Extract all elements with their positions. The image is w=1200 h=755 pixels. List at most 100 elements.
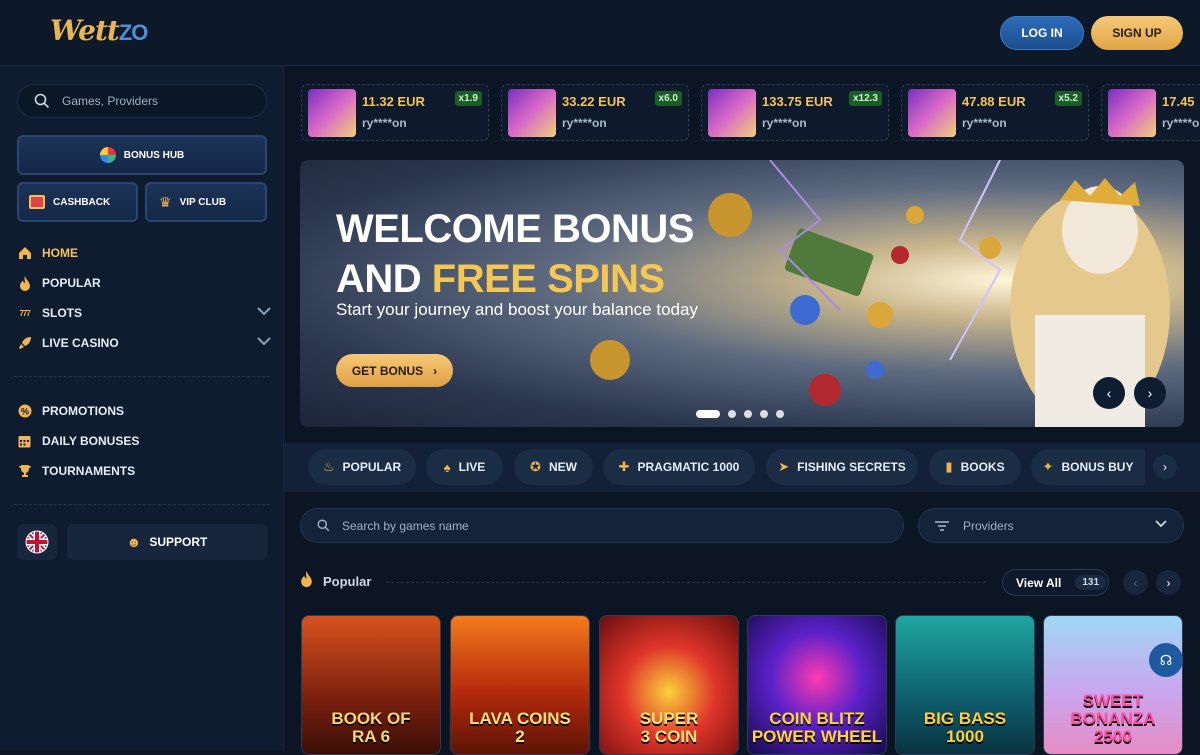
fire-icon — [300, 571, 313, 591]
calendar-icon — [17, 434, 32, 449]
game-card[interactable]: BOOK OF RA 6 — [301, 615, 441, 755]
sidebar-item-label: DAILY BONUSES — [42, 434, 140, 448]
chevron-down-icon[interactable] — [257, 305, 271, 319]
category-bonus-buy[interactable]: ✦ BONUS BUY — [1031, 449, 1145, 485]
gift-icon: ✦ — [1042, 459, 1054, 474]
fish-icon: ➤ — [778, 459, 790, 474]
sidebar-item-popular[interactable]: POPULAR — [17, 270, 271, 296]
carousel-next-button[interactable]: › — [1134, 377, 1166, 409]
category-label: BOOKS — [960, 460, 1005, 474]
category-bar: ♨ POPULAR ♠ LIVE ✪ NEW ✚ PRAGMATIC 1000 ➤ FIS… — [284, 443, 1200, 492]
game-title-line: 3 COIN — [640, 727, 698, 746]
win-amount: 17.45 — [1162, 94, 1195, 109]
carousel-dot[interactable] — [760, 410, 768, 418]
game-title: SWEET BONANZA 2500 — [1044, 692, 1182, 746]
cashback-button[interactable]: CASHBACK — [17, 182, 138, 222]
providers-dropdown[interactable]: Providers — [918, 508, 1184, 543]
game-thumbnail — [1108, 89, 1156, 137]
new-icon: ✪ — [530, 459, 541, 474]
carousel-dot[interactable] — [696, 410, 720, 418]
sidebar-item-live-casino[interactable]: LIVE CASINO — [17, 330, 271, 356]
view-all-button[interactable]: View All 131 — [1002, 569, 1109, 596]
category-popular[interactable]: ♨ POPULAR — [308, 449, 416, 485]
promo-banner[interactable]: WELCOME BONUS AND FREE SPINS Start your … — [300, 160, 1184, 427]
game-title-line: RA 6 — [351, 727, 391, 746]
sidebar-search-input[interactable]: Games, Providers — [17, 84, 267, 118]
sidebar-item-promotions[interactable]: % PROMOTIONS — [17, 398, 271, 424]
win-multiplier: x12.3 — [848, 91, 882, 106]
game-title-line: LAVA COINS — [469, 709, 571, 728]
game-card[interactable]: BIG BASS 1000 — [895, 615, 1035, 755]
game-title-line: BOOK OF — [331, 709, 411, 728]
sidebar-item-tournaments[interactable]: TOURNAMENTS — [17, 458, 271, 484]
category-label: POPULAR — [342, 460, 402, 474]
category-pragmatic-1000[interactable]: ✚ PRAGMATIC 1000 — [603, 449, 755, 485]
game-thumbnail — [708, 89, 756, 137]
category-books[interactable]: ▮ BOOKS — [929, 449, 1021, 485]
category-label: LIVE — [458, 460, 486, 474]
category-label: FISHING SECRETS — [797, 460, 906, 474]
category-next-button[interactable]: › — [1153, 455, 1177, 479]
winner-card[interactable]: 11.32 EUR ry****on x1.9 — [301, 84, 489, 141]
signup-button[interactable]: SIGN UP — [1091, 16, 1183, 50]
carousel-dot[interactable] — [728, 410, 736, 418]
vip-club-label: VIP CLUB — [179, 196, 227, 208]
sidebar-item-home[interactable]: HOME — [17, 240, 271, 266]
live-chat-button[interactable]: ☊ — [1149, 643, 1183, 677]
chevron-down-icon — [1155, 519, 1167, 531]
slot-icon: 777 — [19, 308, 30, 318]
game-card[interactable]: SUPER 3 COIN — [599, 615, 739, 755]
language-selector[interactable] — [17, 524, 57, 560]
game-card[interactable]: COIN BLITZ POWER WHEEL — [747, 615, 887, 755]
support-button[interactable]: ☻ SUPPORT — [67, 524, 267, 560]
get-bonus-button[interactable]: GET BONUS › — [336, 354, 453, 387]
uk-flag-icon — [25, 530, 49, 554]
sidebar-item-label: PROMOTIONS — [42, 404, 125, 418]
login-button[interactable]: LOG IN — [1000, 16, 1084, 50]
game-card[interactable]: SWEET BONANZA 2500 — [1043, 615, 1183, 755]
site-logo[interactable]: WettZO — [50, 14, 149, 47]
game-title: SUPER 3 COIN — [600, 710, 738, 746]
vip-club-button[interactable]: ♛ VIP CLUB — [145, 182, 267, 222]
sidebar-divider — [14, 504, 270, 505]
banner-title-highlight: FREE SPINS — [431, 257, 665, 301]
search-icon — [34, 93, 50, 109]
carousel-dot[interactable] — [776, 410, 784, 418]
winner-card[interactable]: 17.45 ry****on — [1101, 84, 1200, 141]
category-new[interactable]: ✪ NEW — [514, 449, 593, 485]
win-multiplier: x6.0 — [654, 91, 682, 106]
book-icon: ▮ — [945, 459, 953, 474]
carousel-dot[interactable] — [744, 410, 752, 418]
game-title: LAVA COINS 2 — [451, 710, 589, 746]
chevron-right-icon: › — [1166, 575, 1171, 590]
bonus-hub-button[interactable]: BONUS HUB — [17, 135, 267, 175]
chevron-left-icon: ‹ — [1106, 385, 1112, 401]
main-content: 11.32 EUR ry****on x1.9 33.22 EUR ry****… — [284, 66, 1200, 755]
sidebar-item-label: SLOTS — [42, 306, 83, 320]
winner-username: ry****on — [362, 116, 407, 130]
sidebar-item-daily-bonuses[interactable]: DAILY BONUSES — [17, 428, 271, 454]
game-card[interactable]: LAVA COINS 2 — [450, 615, 590, 755]
game-thumbnail — [308, 89, 356, 137]
category-fishing-secrets[interactable]: ➤ FISHING SECRETS — [766, 449, 918, 485]
game-search-input[interactable]: Search by games name — [300, 508, 904, 543]
sidebar-item-slots[interactable]: 777 SLOTS — [17, 300, 271, 326]
providers-label: Providers — [963, 518, 1014, 533]
scroll-prev-button[interactable]: ‹ — [1123, 570, 1148, 595]
chevron-down-icon[interactable] — [257, 335, 271, 349]
rocket-icon — [17, 336, 32, 351]
logo-accent: ZO — [118, 20, 149, 45]
banner-title-prefix: AND — [336, 257, 432, 301]
game-title-line: 1000 — [946, 727, 984, 746]
section-title: Popular — [323, 573, 372, 589]
winner-card[interactable]: 133.75 EUR ry****on x12.3 — [701, 84, 889, 141]
winner-card[interactable]: 47.88 EUR ry****on x5.2 — [901, 84, 1089, 141]
carousel-prev-button[interactable]: ‹ — [1093, 377, 1125, 409]
win-amount: 11.32 EUR — [362, 94, 425, 109]
category-live[interactable]: ♠ LIVE — [426, 449, 503, 485]
scroll-next-button[interactable]: › — [1156, 570, 1181, 595]
game-title-line: 2500 — [1094, 727, 1132, 746]
sidebar-item-label: POPULAR — [42, 276, 101, 290]
game-thumbnail — [908, 89, 956, 137]
winner-card[interactable]: 33.22 EUR ry****on x6.0 — [501, 84, 689, 141]
